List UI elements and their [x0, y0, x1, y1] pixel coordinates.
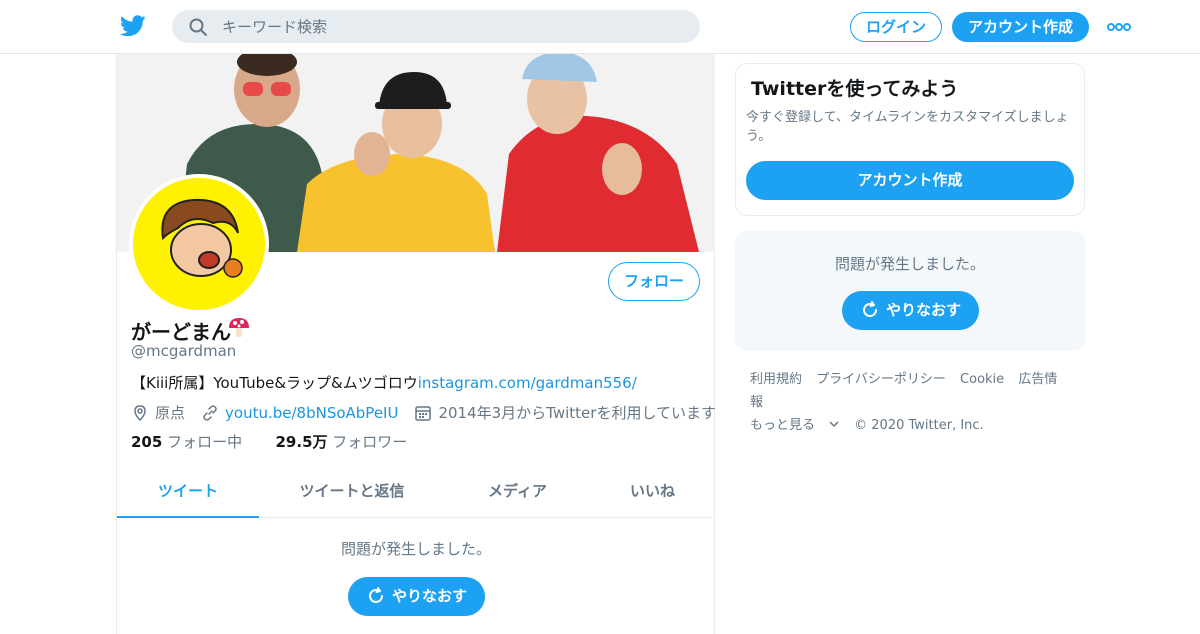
followers-link[interactable]: 29.5万 フォロワー [276, 433, 408, 451]
profile-name: がーどまん [131, 320, 231, 344]
bio-link[interactable]: instagram.com/gardman556/ [418, 374, 637, 392]
top-nav-bar: ログイン アカウント作成 [0, 0, 1200, 54]
following-link[interactable]: 205 フォロー中 [131, 433, 242, 451]
followers-label: フォロワー [332, 433, 408, 451]
follow-button[interactable]: フォロー [608, 262, 700, 301]
timeline-retry-button[interactable]: やりなおす [348, 577, 485, 616]
sidebar-error-card: 問題が発生しました。 やりなおす [735, 231, 1085, 351]
profile-counts: 205 フォロー中 29.5万 フォロワー [131, 431, 407, 452]
search-input[interactable] [172, 10, 700, 43]
calendar-icon [415, 405, 432, 421]
footer-copyright: © 2020 Twitter, Inc. [854, 418, 984, 433]
profile-tabs: ツイート ツイートと返信 メディア いいね [117, 466, 715, 518]
sidebar-footer: 利用規約 プライバシーポリシー Cookie 広告情報 もっと見る © 2020… [750, 368, 1080, 437]
profile-avatar[interactable] [129, 174, 269, 314]
profile-meta: 原点 youtu.be/8bNSoAbPeIU 2014年3月からTwitter… [131, 402, 716, 423]
search-icon [189, 18, 207, 36]
tab-media[interactable]: メディア [445, 466, 590, 518]
link-icon [203, 404, 217, 421]
footer-link-terms[interactable]: 利用規約 [750, 372, 802, 387]
refresh-icon [863, 301, 877, 317]
bio-text: 【Kiii所属】YouTube&ラップ&ムツゴロウ [131, 374, 418, 392]
chevron-down-icon [829, 421, 839, 428]
footer-link-privacy[interactable]: プライバシーポリシー [816, 372, 946, 387]
signup-card-title: Twitterを使ってみよう [751, 78, 959, 100]
footer-link-cookie[interactable]: Cookie [960, 372, 1004, 387]
sidebar-retry-button[interactable]: やりなおす [842, 291, 979, 330]
twitter-logo-icon[interactable] [120, 14, 146, 38]
footer-more-link[interactable]: もっと見る [750, 418, 840, 433]
retry-label: やりなおす [886, 301, 962, 319]
followers-count: 29.5万 [275, 433, 328, 451]
profile-bio: 【Kiii所属】YouTube&ラップ&ムツゴロウinstagram.com/g… [131, 372, 637, 393]
refresh-icon [369, 587, 383, 603]
tab-likes[interactable]: いいね [590, 466, 715, 518]
location-icon [134, 404, 146, 421]
avatar-illustration [133, 178, 265, 310]
login-button[interactable]: ログイン [850, 12, 942, 42]
signup-button[interactable]: アカウント作成 [952, 12, 1089, 42]
timeline-error-message: 問題が発生しました。 [340, 540, 491, 558]
profile-location: 原点 [155, 404, 186, 422]
more-options-icon[interactable] [1106, 20, 1132, 34]
profile-handle: @mcgardman [131, 342, 237, 360]
signup-card-description: 今すぐ登録して、タイムラインをカスタマイズしましょう。 [746, 110, 1069, 144]
tab-tweets[interactable]: ツイート [117, 466, 259, 518]
footer-more-label: もっと見る [750, 418, 816, 433]
sidebar-error-message: 問題が発生しました。 [834, 255, 985, 273]
mushroom-emoji-icon [229, 318, 249, 337]
following-label: フォロー中 [167, 433, 243, 451]
profile-joined-date: 2014年3月からTwitterを利用しています [438, 404, 716, 422]
signup-card-button[interactable]: アカウント作成 [746, 161, 1074, 200]
following-count: 205 [131, 433, 163, 451]
profile-website[interactable]: youtu.be/8bNSoAbPeIU [225, 404, 398, 422]
profile-column: フォロー がーどまん @mcgardman 【Kiii所属】YouTube&ラッ… [116, 54, 716, 634]
signup-promo-card: Twitterを使ってみよう 今すぐ登録して、タイムラインをカスタマイズしましょ… [735, 63, 1085, 216]
retry-label: やりなおす [392, 587, 468, 605]
tab-tweets-and-replies[interactable]: ツイートと返信 [259, 466, 445, 518]
